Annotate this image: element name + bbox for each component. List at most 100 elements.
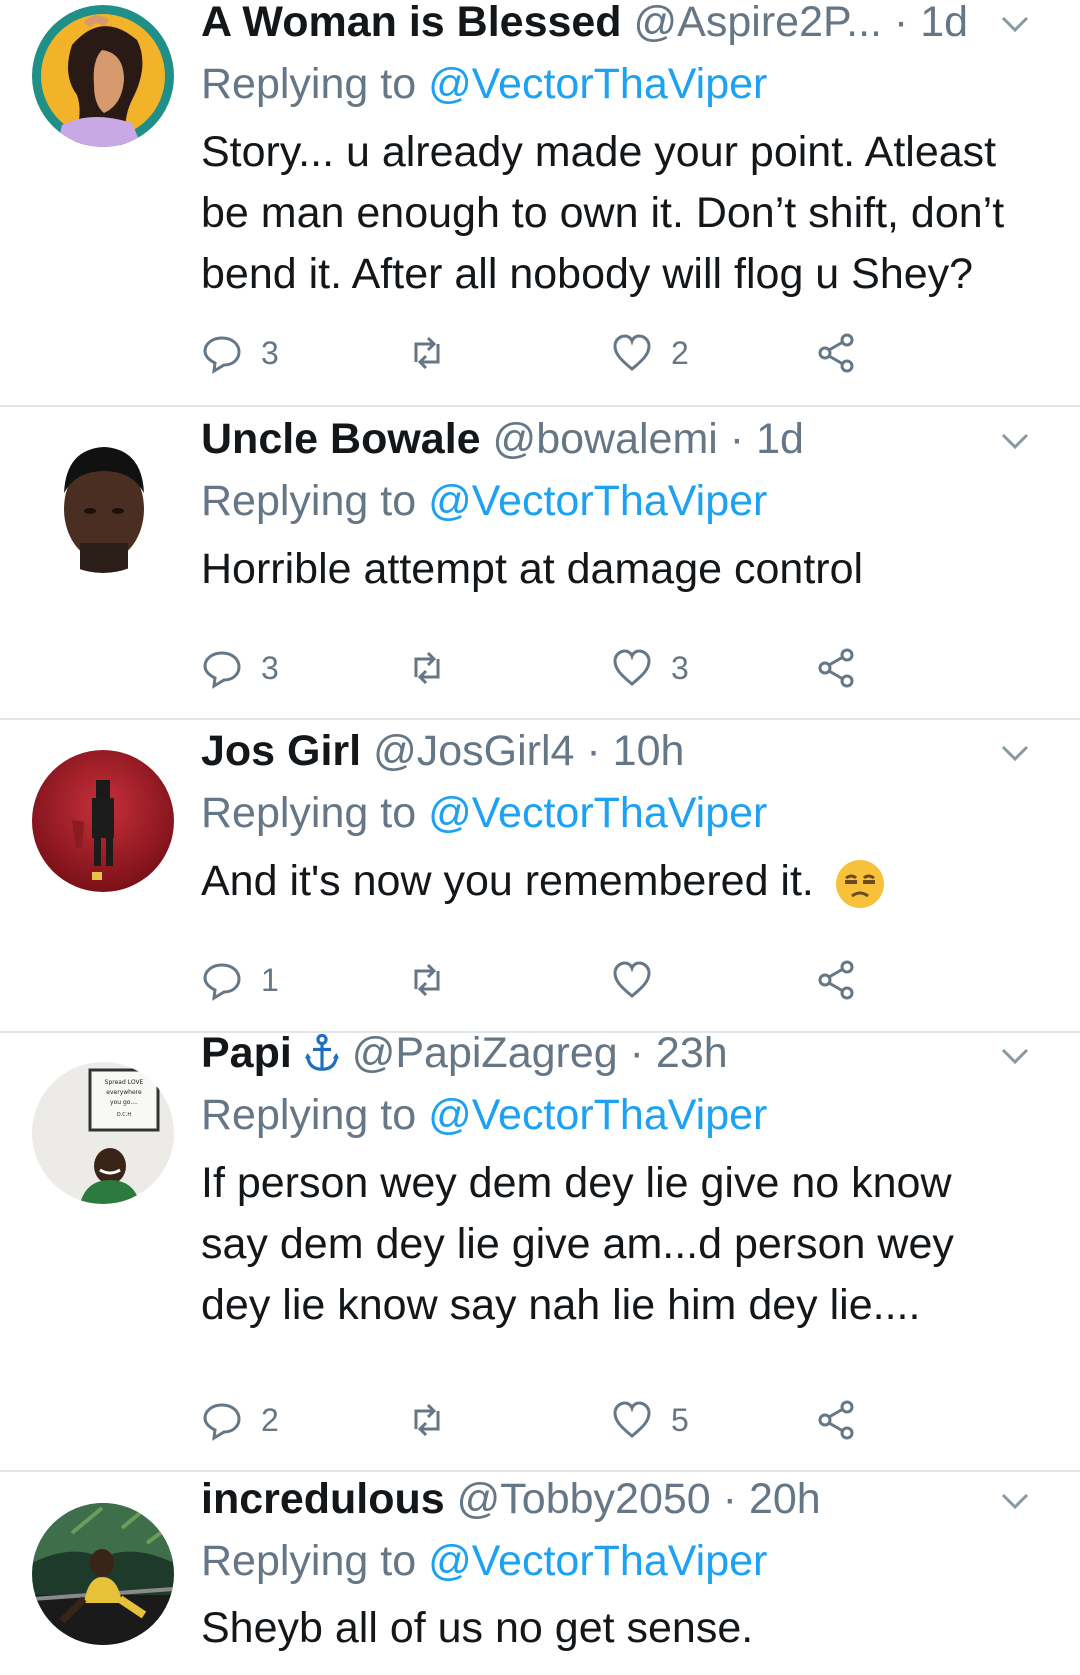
- avatar[interactable]: [32, 750, 174, 892]
- retweet-button[interactable]: [406, 328, 448, 378]
- tweet-time: · 10h: [586, 727, 685, 775]
- share-button[interactable]: [816, 328, 858, 378]
- reply-count: 3: [261, 649, 279, 686]
- chevron-down-icon[interactable]: [995, 421, 1035, 461]
- share-button[interactable]: [816, 643, 858, 693]
- author-handle[interactable]: @Tobby2050: [457, 1475, 711, 1523]
- avatar[interactable]: [32, 1503, 174, 1645]
- tweet[interactable]: Spread LOVE everywhere you go.... D.C.H …: [0, 1029, 1080, 1470]
- sign-line: D.C.H: [117, 1112, 132, 1118]
- share-button[interactable]: [816, 955, 858, 1005]
- replying-to: Replying to @VectorThaViper: [201, 785, 767, 841]
- share-icon: [818, 1400, 854, 1440]
- retweet-button[interactable]: [406, 955, 448, 1005]
- like-button[interactable]: 3: [611, 643, 689, 693]
- avatar[interactable]: [32, 431, 174, 573]
- reply-button[interactable]: 1: [201, 955, 279, 1005]
- author-name[interactable]: Jos Girl: [201, 727, 361, 775]
- heart-icon: [613, 961, 651, 998]
- reply-button[interactable]: 2: [201, 1395, 279, 1445]
- replying-label: Replying to: [201, 1091, 417, 1139]
- tweet-text: Story... u already made your point. Atle…: [201, 122, 1061, 305]
- tweet[interactable]: Jos Girl @JosGirl4 · 10h Replying to @Ve…: [0, 720, 1080, 1031]
- share-button[interactable]: [816, 1395, 858, 1445]
- retweet-icon: [414, 651, 440, 685]
- sign-line: you go....: [110, 1099, 138, 1106]
- share-icon: [818, 333, 854, 373]
- tweet[interactable]: incredulous @Tobby2050 · 20h Replying to…: [0, 1472, 1080, 1675]
- tweet-time: · 1d: [893, 0, 969, 46]
- text-line: And it's now you remembered it.: [201, 851, 1061, 912]
- retweet-button[interactable]: [406, 1395, 448, 1445]
- sign-line: everywhere: [106, 1089, 142, 1096]
- like-count: 5: [671, 1401, 689, 1438]
- replying-label: Replying to: [201, 1537, 417, 1585]
- chevron-down-icon[interactable]: [995, 4, 1035, 44]
- action-bar: 3 3: [201, 643, 921, 693]
- action-bar: 2 5: [201, 1395, 921, 1445]
- share-icon: [818, 960, 854, 1000]
- chevron-down-icon[interactable]: [995, 733, 1035, 773]
- avatar[interactable]: Spread LOVE everywhere you go.... D.C.H: [32, 1062, 174, 1204]
- replying-to: Replying to @VectorThaViper: [201, 1533, 767, 1589]
- reply-count: 3: [261, 334, 279, 371]
- anchor-emoji-icon: [304, 1033, 339, 1071]
- like-button[interactable]: 2: [611, 328, 689, 378]
- text-line: If person wey dem dey lie give no know: [201, 1159, 952, 1207]
- text-line: And it's now you remembered it.: [201, 857, 814, 905]
- comment-icon: [203, 336, 241, 374]
- author-name[interactable]: A Woman is Blessed: [201, 0, 622, 46]
- retweet-button[interactable]: [406, 643, 448, 693]
- reply-button[interactable]: 3: [201, 643, 279, 693]
- text-line: Story... u already made your point. Atle…: [201, 128, 997, 176]
- text-line: Horrible attempt at damage control: [201, 545, 864, 593]
- sign-line: Spread LOVE: [105, 1079, 144, 1086]
- reply-button[interactable]: 3: [201, 328, 279, 378]
- comment-icon: [203, 651, 241, 689]
- like-count: 3: [671, 649, 689, 686]
- tweet-text: If person wey dem dey lie give no know s…: [201, 1153, 1061, 1336]
- author-name[interactable]: Uncle Bowale: [201, 415, 481, 463]
- like-button[interactable]: [611, 955, 671, 1005]
- mention-link[interactable]: @VectorThaViper: [428, 1091, 767, 1139]
- replying-to: Replying to @VectorThaViper: [201, 473, 767, 529]
- author-name[interactable]: Papi: [201, 1029, 292, 1077]
- mention-link[interactable]: @VectorThaViper: [428, 1537, 767, 1585]
- action-bar: 3 2: [201, 328, 921, 378]
- tweet[interactable]: Uncle Bowale @bowalemi · 1d Replying to …: [0, 407, 1080, 718]
- heart-icon: [613, 649, 651, 686]
- avatar[interactable]: [32, 5, 174, 147]
- heart-icon: [613, 1401, 651, 1438]
- text-line: bend it. After all nobody will flog u Sh…: [201, 250, 974, 298]
- chevron-down-icon[interactable]: [995, 1481, 1035, 1521]
- text-line: be man enough to own it. Don’t shift, do…: [201, 189, 1005, 237]
- author-name[interactable]: incredulous: [201, 1475, 445, 1523]
- mention-link[interactable]: @VectorThaViper: [428, 789, 767, 837]
- author-handle[interactable]: @PapiZagreg: [352, 1029, 618, 1077]
- chevron-down-icon[interactable]: [995, 1036, 1035, 1076]
- tweet[interactable]: A Woman is Blessed @Aspire2P... · 1d Rep…: [0, 0, 1080, 405]
- action-bar: 1: [201, 955, 921, 1005]
- heart-icon: [613, 334, 651, 371]
- tweet-time: · 20h: [722, 1475, 821, 1523]
- tweet-text: Sheyb all of us no get sense.: [201, 1598, 1061, 1659]
- replying-label: Replying to: [201, 60, 417, 108]
- author-handle[interactable]: @Aspire2P...: [634, 0, 882, 46]
- like-button[interactable]: 5: [611, 1395, 689, 1445]
- tweet-text: Horrible attempt at damage control: [201, 539, 1061, 600]
- text-line: Sheyb all of us no get sense.: [201, 1604, 754, 1652]
- like-count: 2: [671, 334, 689, 371]
- unamused-face-emoji-icon: [835, 859, 884, 908]
- text-line: dey lie know say nah lie him dey lie....: [201, 1281, 921, 1329]
- author-handle[interactable]: @bowalemi: [493, 415, 718, 463]
- comment-icon: [203, 1403, 241, 1441]
- tweet-text: And it's now you remembered it.: [201, 851, 1061, 912]
- replying-label: Replying to: [201, 477, 417, 525]
- mention-link[interactable]: @VectorThaViper: [428, 477, 767, 525]
- replying-to: Replying to @VectorThaViper: [201, 1087, 767, 1143]
- reply-count: 2: [261, 1401, 279, 1438]
- replying-label: Replying to: [201, 789, 417, 837]
- mention-link[interactable]: @VectorThaViper: [428, 60, 767, 108]
- retweet-icon: [414, 336, 440, 370]
- author-handle[interactable]: @JosGirl4: [373, 727, 574, 775]
